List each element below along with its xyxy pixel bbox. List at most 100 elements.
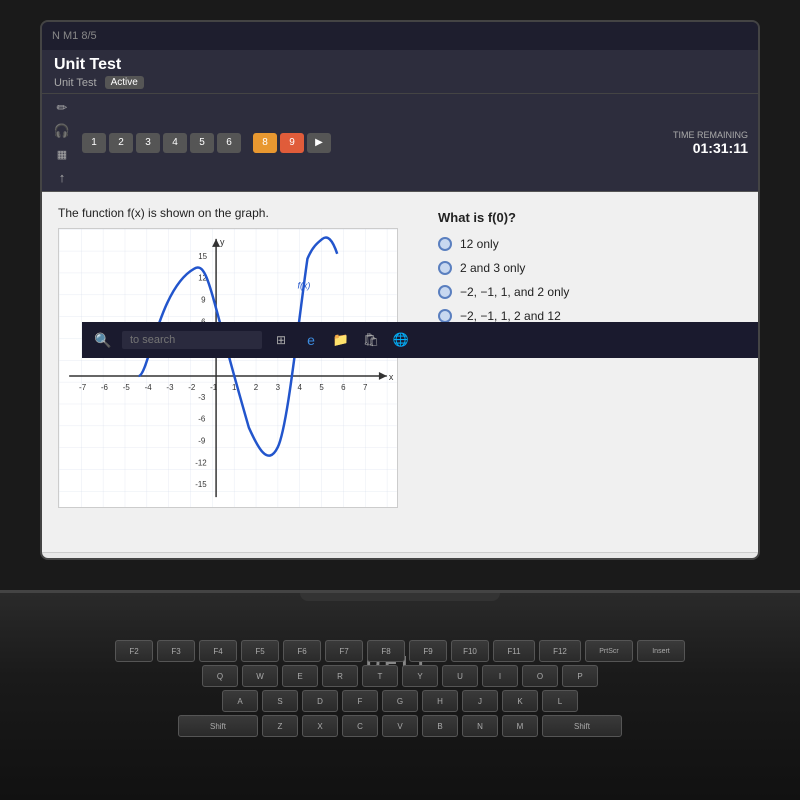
svg-text:5: 5 — [319, 383, 324, 392]
graph-container: -7 -6 -5 -4 -3 -2 -1 1 2 3 4 5 6 7 x y — [58, 228, 398, 508]
app-header: Unit Test Unit Test Active — [42, 50, 758, 94]
key-d[interactable]: D — [302, 690, 338, 712]
q-btn-8[interactable]: 8 — [253, 133, 277, 153]
radio-4[interactable] — [438, 309, 452, 323]
radio-2[interactable] — [438, 261, 452, 275]
key-f9[interactable]: F9 — [409, 640, 447, 662]
key-c[interactable]: C — [342, 715, 378, 737]
key-l[interactable]: L — [542, 690, 578, 712]
key-t[interactable]: T — [362, 665, 398, 687]
svg-text:-12: -12 — [195, 458, 207, 467]
q-btn-2[interactable]: 2 — [109, 133, 133, 153]
key-w[interactable]: W — [242, 665, 278, 687]
top-bar: N M1 8/5 — [42, 22, 758, 50]
key-k[interactable]: K — [502, 690, 538, 712]
mid-alpha-row: A S D F G H J K L — [50, 690, 750, 712]
subtitle-text: Unit Test — [54, 77, 97, 89]
answer-text-4: −2, −1, 1, 2 and 12 — [460, 309, 561, 323]
taskview-icon[interactable]: ⊞ — [270, 329, 292, 351]
key-q[interactable]: Q — [202, 665, 238, 687]
answer-option-3[interactable]: −2, −1, 1, and 2 only — [438, 285, 742, 299]
key-shift-r[interactable]: Shift — [542, 715, 622, 737]
q-btn-6[interactable]: 6 — [217, 133, 241, 153]
key-y[interactable]: Y — [402, 665, 438, 687]
key-f8[interactable]: F8 — [367, 640, 405, 662]
answer-text-3: −2, −1, 1, and 2 only — [460, 285, 569, 299]
svg-text:-4: -4 — [145, 383, 153, 392]
app-title: Unit Test — [54, 56, 746, 74]
key-o[interactable]: O — [522, 665, 558, 687]
key-f5[interactable]: F5 — [241, 640, 279, 662]
headphones-icon[interactable]: 🎧 — [52, 121, 72, 141]
answer-option-2[interactable]: 2 and 3 only — [438, 261, 742, 275]
chrome-icon[interactable]: 🌐 — [390, 329, 412, 351]
key-p[interactable]: P — [562, 665, 598, 687]
key-insert[interactable]: Insert — [637, 640, 685, 662]
pencil-icon[interactable]: ✏ — [52, 98, 72, 118]
key-z[interactable]: Z — [262, 715, 298, 737]
key-m[interactable]: M — [502, 715, 538, 737]
key-x[interactable]: X — [302, 715, 338, 737]
key-e[interactable]: E — [282, 665, 318, 687]
app-subtitle: Unit Test Active — [54, 76, 746, 89]
question-text: The function f(x) is shown on the graph. — [58, 206, 418, 220]
key-prtscr[interactable]: PrtScr — [585, 640, 633, 662]
q-btn-4[interactable]: 4 — [163, 133, 187, 153]
key-a[interactable]: A — [222, 690, 258, 712]
key-f6[interactable]: F6 — [283, 640, 321, 662]
key-f10[interactable]: F10 — [451, 640, 489, 662]
edge-icon[interactable]: e — [300, 329, 322, 351]
svg-text:2: 2 — [254, 383, 259, 392]
arrow-icon[interactable]: ↑ — [52, 167, 72, 187]
active-badge: Active — [105, 76, 144, 89]
bottom-bar: Mark this and return Save and Exit Next … — [42, 552, 758, 560]
q-btn-5[interactable]: 5 — [190, 133, 214, 153]
key-f7[interactable]: F7 — [325, 640, 363, 662]
files-icon[interactable]: 📁 — [330, 329, 352, 351]
key-f4[interactable]: F4 — [199, 640, 237, 662]
calculator-icon[interactable]: ▦ — [52, 144, 72, 164]
q-btn-9[interactable]: 9 — [280, 133, 304, 153]
key-g[interactable]: G — [382, 690, 418, 712]
svg-text:x: x — [389, 372, 394, 382]
key-s[interactable]: S — [262, 690, 298, 712]
answer-option-1[interactable]: 12 only — [438, 237, 742, 251]
svg-text:6: 6 — [341, 383, 346, 392]
nav-row: ✏ 🎧 ▦ ↑ 1 2 3 4 5 6 8 9 ▶ TIME REMAINING… — [42, 94, 758, 192]
svg-text:15: 15 — [198, 252, 207, 261]
radio-3[interactable] — [438, 285, 452, 299]
q-btn-next-arrow[interactable]: ▶ — [307, 133, 331, 153]
key-f11[interactable]: F11 — [493, 640, 535, 662]
key-f2[interactable]: F2 — [115, 640, 153, 662]
answer-option-4[interactable]: −2, −1, 1, 2 and 12 — [438, 309, 742, 323]
q-btn-1[interactable]: 1 — [82, 133, 106, 153]
key-shift-l[interactable]: Shift — [178, 715, 258, 737]
time-label: TIME REMAINING — [673, 130, 748, 140]
svg-text:-9: -9 — [198, 436, 206, 445]
key-f3[interactable]: F3 — [157, 640, 195, 662]
q-btn-3[interactable]: 3 — [136, 133, 160, 153]
key-i[interactable]: I — [482, 665, 518, 687]
key-r[interactable]: R — [322, 665, 358, 687]
key-v[interactable]: V — [382, 715, 418, 737]
key-j[interactable]: J — [462, 690, 498, 712]
key-h[interactable]: H — [422, 690, 458, 712]
key-u[interactable]: U — [442, 665, 478, 687]
key-f12[interactable]: F12 — [539, 640, 581, 662]
laptop-body: DELL F2 F3 F4 F5 F6 F7 F8 F9 F10 F11 F12… — [0, 590, 800, 800]
svg-text:f(x): f(x) — [298, 281, 311, 291]
answer-text-1: 12 only — [460, 237, 499, 251]
windows-search-icon[interactable]: 🔍 — [92, 329, 114, 351]
svg-text:-5: -5 — [123, 383, 131, 392]
svg-text:-7: -7 — [79, 383, 87, 392]
store-icon[interactable]: 🛍 — [360, 329, 382, 351]
key-b[interactable]: B — [422, 715, 458, 737]
key-n[interactable]: N — [462, 715, 498, 737]
key-f[interactable]: F — [342, 690, 378, 712]
search-input[interactable] — [122, 331, 262, 349]
radio-1[interactable] — [438, 237, 452, 251]
svg-text:-15: -15 — [195, 480, 207, 489]
svg-text:-6: -6 — [101, 383, 109, 392]
laptop-screen: N M1 8/5 Unit Test Unit Test Active ✏ 🎧 … — [40, 20, 760, 560]
right-panel: What is f(0)? 12 only 2 and 3 only −2, −… — [438, 206, 742, 538]
